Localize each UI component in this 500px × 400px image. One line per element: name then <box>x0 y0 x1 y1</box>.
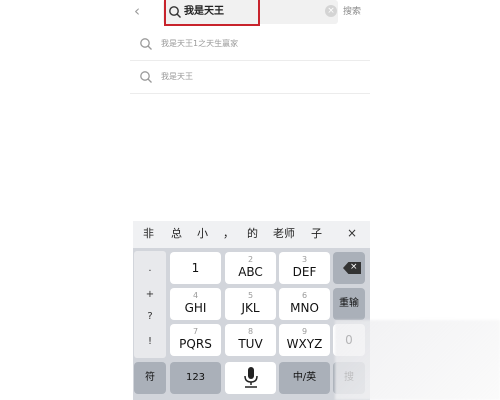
symbol-button[interactable]: 符 <box>134 362 166 394</box>
close-icon[interactable]: × <box>347 226 357 240</box>
reenter-button[interactable]: 重输 <box>333 288 365 320</box>
back-button[interactable]: ‹ <box>134 2 154 20</box>
blurred-overlay <box>335 320 500 400</box>
key-9-wxyz[interactable]: 9 WXYZ <box>279 324 330 356</box>
microphone-icon <box>244 367 258 388</box>
key-8-tuv[interactable]: 8 TUV <box>225 324 276 356</box>
candidate-item[interactable]: 的 <box>247 227 258 241</box>
suggestion-item[interactable]: 我是天王 <box>130 61 370 94</box>
search-button[interactable]: 搜索 <box>343 5 361 19</box>
candidate-item[interactable]: 老师 <box>273 227 295 241</box>
suggestion-text: 我是天王 <box>161 72 193 81</box>
key-7-pqrs[interactable]: 7 PQRS <box>170 324 221 356</box>
voice-input-button[interactable] <box>225 362 276 394</box>
suggestion-text: 我是天王1之天生赢家 <box>161 39 239 48</box>
search-icon <box>140 71 152 83</box>
candidate-bar: 非 总 小 ， 的 老师 子 × <box>133 221 370 248</box>
key-3-def[interactable]: 3 DEF <box>279 252 330 284</box>
search-icon <box>169 6 181 18</box>
candidate-item[interactable]: ， <box>223 227 234 241</box>
number-mode-button[interactable]: 123 <box>170 362 221 394</box>
clear-icon[interactable]: × <box>325 5 337 17</box>
punctuation-key[interactable]: . <box>134 263 166 275</box>
punctuation-key[interactable]: ! <box>134 336 166 348</box>
key-2-abc[interactable]: 2 ABC <box>225 252 276 284</box>
punctuation-column: . + ? ! <box>134 251 166 358</box>
candidate-item[interactable]: 总 <box>171 227 182 241</box>
key-1[interactable]: 1 <box>170 252 221 284</box>
key-6-mno[interactable]: 6 MNO <box>279 288 330 320</box>
search-icon <box>140 38 152 50</box>
suggestion-item[interactable]: 我是天王1之天生赢家 <box>130 28 370 61</box>
candidate-item[interactable]: 小 <box>197 227 208 241</box>
punctuation-key[interactable]: ? <box>134 311 166 323</box>
search-input[interactable]: 我是天王 <box>184 4 224 20</box>
key-4-ghi[interactable]: 4 GHI <box>170 288 221 320</box>
backspace-button[interactable]: × <box>333 252 365 284</box>
language-switch-button[interactable]: 中/英 <box>279 362 330 394</box>
key-5-jkl[interactable]: 5 JKL <box>225 288 276 320</box>
punctuation-key[interactable]: + <box>134 289 166 301</box>
candidate-item[interactable]: 子 <box>311 227 322 241</box>
candidate-item[interactable]: 非 <box>143 227 154 241</box>
